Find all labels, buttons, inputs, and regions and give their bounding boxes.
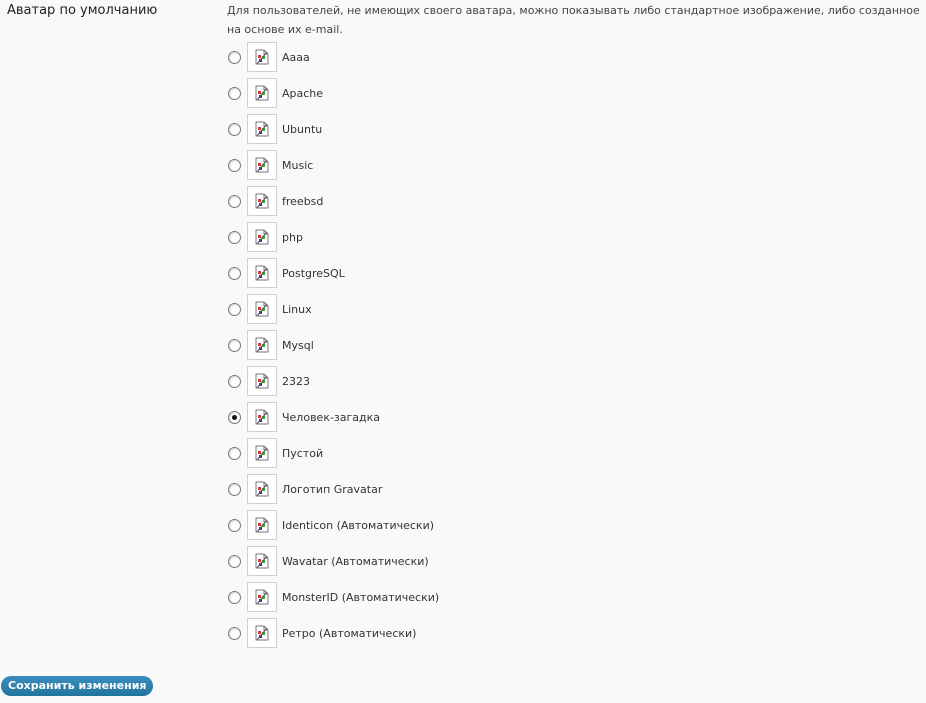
avatar-option[interactable]: Пустой bbox=[227, 435, 439, 471]
broken-image-icon bbox=[255, 409, 269, 425]
avatar-thumbnail bbox=[247, 474, 277, 504]
avatar-option[interactable]: freebsd bbox=[227, 183, 439, 219]
broken-image-icon bbox=[255, 481, 269, 497]
setting-description: Для пользователей, не имеющих своего ава… bbox=[227, 4, 920, 36]
broken-image-icon bbox=[255, 265, 269, 281]
avatar-radio[interactable] bbox=[228, 554, 241, 568]
avatar-option[interactable]: Music bbox=[227, 147, 439, 183]
avatar-option-label: Music bbox=[282, 158, 314, 172]
avatar-thumbnail bbox=[247, 330, 277, 360]
avatar-radio[interactable] bbox=[228, 518, 241, 532]
avatar-radio[interactable] bbox=[228, 410, 241, 424]
avatar-option[interactable]: MonsterID (Автоматически) bbox=[227, 579, 439, 615]
avatar-option[interactable]: Ретро (Автоматически) bbox=[227, 615, 439, 651]
avatar-option[interactable]: Mysql bbox=[227, 327, 439, 363]
avatar-option-label: Аааа bbox=[282, 50, 310, 64]
broken-image-icon bbox=[255, 157, 269, 173]
avatar-option-label: php bbox=[282, 230, 303, 244]
avatar-radio[interactable] bbox=[228, 446, 241, 460]
avatar-radio[interactable] bbox=[228, 86, 241, 100]
avatar-settings-page: Аватар по умолчанию Для пользователей, н… bbox=[0, 0, 926, 703]
broken-image-icon bbox=[255, 553, 269, 569]
broken-image-icon bbox=[255, 85, 269, 101]
avatar-radio[interactable] bbox=[228, 266, 241, 280]
broken-image-icon bbox=[255, 301, 269, 317]
avatar-option[interactable]: Linux bbox=[227, 291, 439, 327]
avatar-radio[interactable] bbox=[228, 158, 241, 172]
avatar-option[interactable]: 2323 bbox=[227, 363, 439, 399]
broken-image-icon bbox=[255, 193, 269, 209]
avatar-option[interactable]: Человек-загадка bbox=[227, 399, 439, 435]
avatar-option-label: freebsd bbox=[282, 194, 324, 208]
broken-image-icon bbox=[255, 445, 269, 461]
avatar-thumbnail bbox=[247, 438, 277, 468]
avatar-option[interactable]: Ubuntu bbox=[227, 111, 439, 147]
avatar-option-label: Ubuntu bbox=[282, 122, 323, 136]
avatar-thumbnail bbox=[247, 510, 277, 540]
avatar-option[interactable]: Логотип Gravatar bbox=[227, 471, 439, 507]
avatar-option-label: Identicon (Автоматически) bbox=[282, 518, 435, 532]
avatar-option[interactable]: Wavatar (Автоматически) bbox=[227, 543, 439, 579]
avatar-thumbnail bbox=[247, 402, 277, 432]
avatar-radio[interactable] bbox=[228, 194, 241, 208]
broken-image-icon bbox=[255, 121, 269, 137]
setting-label: Аватар по умолчанию bbox=[7, 3, 158, 18]
avatar-radio[interactable] bbox=[228, 374, 241, 388]
avatar-radio[interactable] bbox=[228, 122, 241, 136]
avatar-option[interactable]: Аааа bbox=[227, 39, 439, 75]
avatar-radio[interactable] bbox=[228, 302, 241, 316]
avatar-thumbnail bbox=[247, 546, 277, 576]
avatar-option[interactable]: Identicon (Автоматически) bbox=[227, 507, 439, 543]
avatar-option-label: MonsterID (Автоматически) bbox=[282, 590, 440, 604]
avatar-thumbnail bbox=[247, 186, 277, 216]
avatar-radio[interactable] bbox=[228, 482, 241, 496]
avatar-option[interactable]: Apache bbox=[227, 75, 439, 111]
avatar-option[interactable]: PostgreSQL bbox=[227, 255, 439, 291]
avatar-radio[interactable] bbox=[228, 626, 241, 640]
avatar-thumbnail bbox=[247, 294, 277, 324]
avatar-thumbnail bbox=[247, 618, 277, 648]
broken-image-icon bbox=[255, 517, 269, 533]
avatar-radio[interactable] bbox=[228, 50, 241, 64]
broken-image-icon bbox=[255, 625, 269, 641]
avatar-radio[interactable] bbox=[228, 230, 241, 244]
avatar-option-label: Ретро (Автоматически) bbox=[282, 626, 417, 640]
avatar-thumbnail bbox=[247, 258, 277, 288]
avatar-thumbnail bbox=[247, 114, 277, 144]
avatar-option-label: Mysql bbox=[282, 338, 314, 352]
avatar-option-label: Логотип Gravatar bbox=[282, 482, 383, 496]
avatar-option[interactable]: php bbox=[227, 219, 439, 255]
avatar-thumbnail bbox=[247, 150, 277, 180]
avatar-option-label: Wavatar (Автоматически) bbox=[282, 554, 429, 568]
broken-image-icon bbox=[255, 337, 269, 353]
avatar-thumbnail bbox=[247, 42, 277, 72]
avatar-thumbnail bbox=[247, 582, 277, 612]
avatar-option-label: Человек-загадка bbox=[282, 410, 381, 424]
broken-image-icon bbox=[255, 589, 269, 605]
avatar-options-list: Аааа Apache Ubuntu Music freebsd php Pos… bbox=[227, 39, 439, 651]
avatar-thumbnail bbox=[247, 78, 277, 108]
avatar-thumbnail bbox=[247, 222, 277, 252]
avatar-option-label: Apache bbox=[282, 86, 324, 100]
broken-image-icon bbox=[255, 373, 269, 389]
avatar-option-label: 2323 bbox=[282, 374, 310, 388]
broken-image-icon bbox=[255, 49, 269, 65]
avatar-thumbnail bbox=[247, 366, 277, 396]
save-changes-button[interactable]: Сохранить изменения bbox=[1, 676, 154, 696]
broken-image-icon bbox=[255, 229, 269, 245]
avatar-radio[interactable] bbox=[228, 338, 241, 352]
avatar-option-label: Пустой bbox=[282, 446, 324, 460]
avatar-option-label: Linux bbox=[282, 302, 312, 316]
avatar-option-label: PostgreSQL bbox=[282, 266, 345, 280]
avatar-radio[interactable] bbox=[228, 590, 241, 604]
